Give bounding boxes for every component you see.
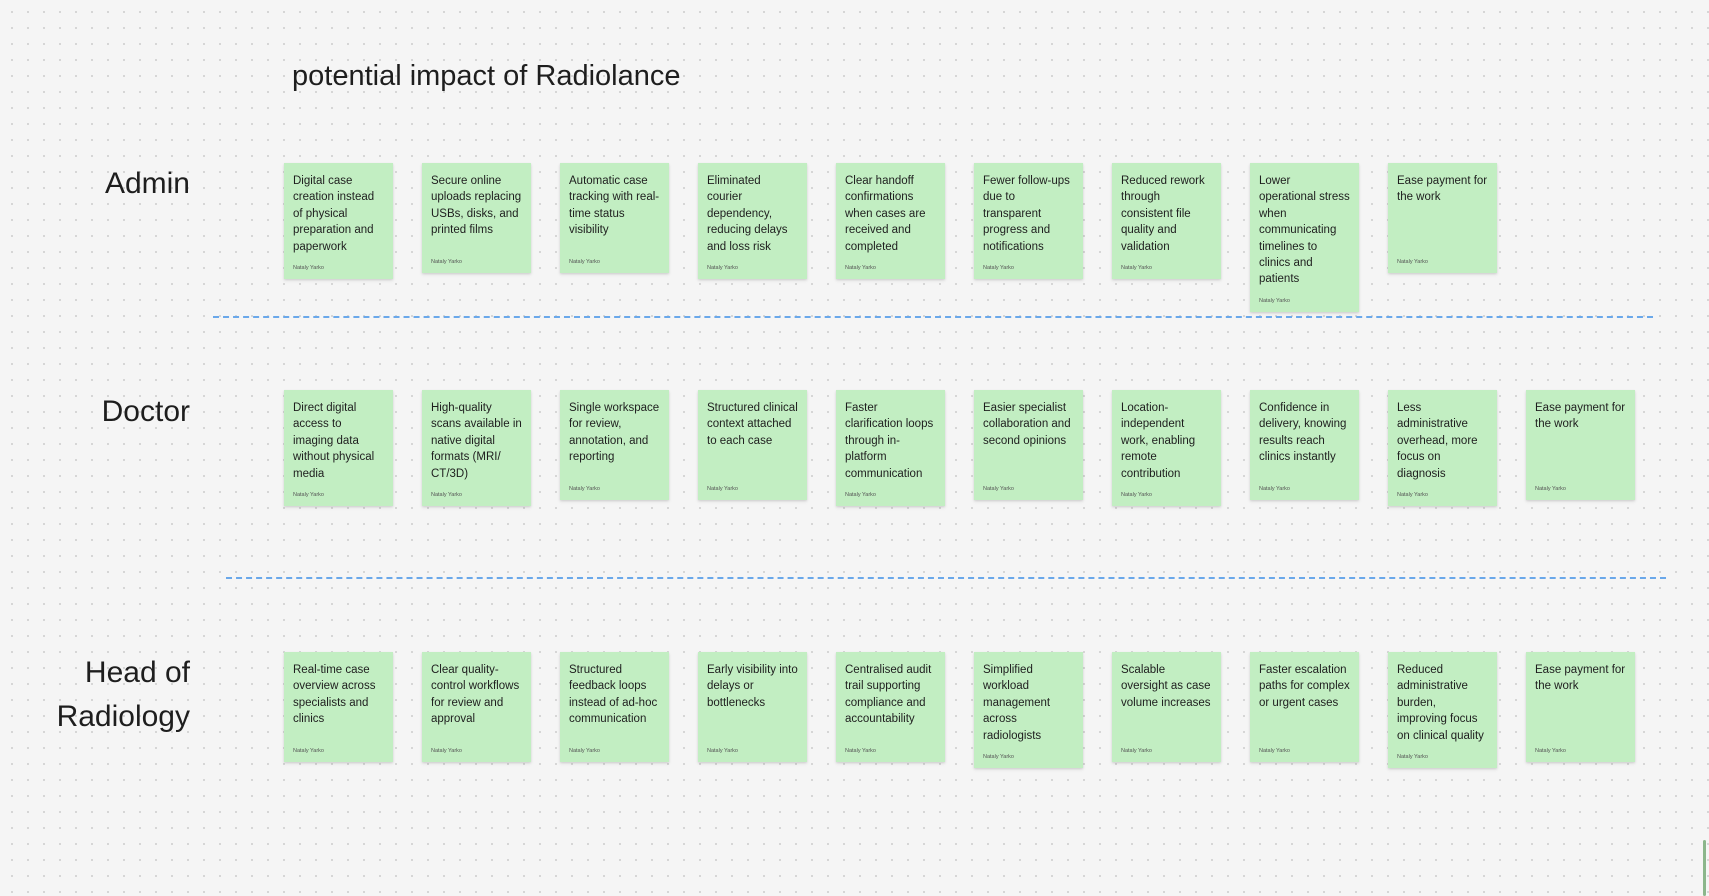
sticky-note-text: Ease payment for the work — [1397, 175, 1488, 204]
sticky-note[interactable]: Faster clarification loops through in-pl… — [836, 390, 945, 507]
sticky-note-text: Eliminated courier dependency, reducing … — [707, 175, 788, 253]
sticky-note-author: Nataly Yarko — [1121, 748, 1152, 754]
sticky-note-text: Single workspace for review, annotation,… — [569, 402, 660, 464]
sticky-note[interactable]: Lower operational stress when communicat… — [1250, 163, 1359, 312]
sticky-note-author: Nataly Yarko — [707, 486, 738, 492]
sticky-note-author: Nataly Yarko — [845, 265, 876, 272]
sticky-note-author: Nataly Yarko — [293, 748, 324, 754]
sticky-note[interactable]: Real-time case overview across specialis… — [284, 652, 393, 762]
sticky-note[interactable]: Single workspace for review, annotation,… — [560, 390, 669, 500]
sticky-note[interactable]: Reduced administrative burden, improving… — [1388, 652, 1497, 769]
sticky-note-author: Nataly Yarko — [431, 492, 462, 499]
sticky-note-author: Nataly Yarko — [1259, 748, 1290, 754]
board-title: potential impact of Radiolance — [292, 60, 681, 92]
vertical-scrollbar[interactable] — [1703, 840, 1706, 896]
sticky-note[interactable]: Location-independent work, enabling remo… — [1112, 390, 1221, 507]
sticky-note-author: Nataly Yarko — [845, 748, 876, 754]
sticky-note-author: Nataly Yarko — [569, 259, 600, 265]
row-divider — [226, 577, 1666, 579]
sticky-note[interactable]: Structured feedback loops instead of ad-… — [560, 652, 669, 762]
sticky-note-author: Nataly Yarko — [1535, 486, 1566, 492]
sticky-note-author: Nataly Yarko — [569, 748, 600, 754]
sticky-note-author: Nataly Yarko — [1121, 265, 1152, 272]
sticky-note[interactable]: Clear quality-control workflows for revi… — [422, 652, 531, 762]
sticky-note-author: Nataly Yarko — [1121, 492, 1152, 499]
sticky-note[interactable]: Reduced rework through consistent file q… — [1112, 163, 1221, 280]
sticky-note-text: Faster escalation paths for complex or u… — [1259, 664, 1350, 709]
row-label-head-of-radiology: Head of Radiology — [56, 656, 190, 733]
sticky-note[interactable]: High-quality scans available in native d… — [422, 390, 531, 507]
sticky-note-text: Early visibility into delays or bottlene… — [707, 664, 798, 709]
sticky-note[interactable]: Scalable oversight as case volume increa… — [1112, 652, 1221, 762]
sticky-note-text: Ease payment for the work — [1535, 664, 1626, 693]
sticky-row-head-of-radiology: Real-time case overview across specialis… — [284, 652, 1635, 769]
sticky-note-text: Structured clinical context attached to … — [707, 402, 798, 447]
sticky-note-text: Automatic case tracking with real-time s… — [569, 175, 660, 237]
sticky-note-author: Nataly Yarko — [569, 486, 600, 492]
sticky-note-text: Easier specialist collaboration and seco… — [983, 402, 1071, 447]
sticky-note[interactable]: Structured clinical context attached to … — [698, 390, 807, 500]
row-label-admin: Admin — [104, 167, 190, 200]
sticky-note-text: Centralised audit trail supporting compl… — [845, 664, 932, 726]
sticky-note-author: Nataly Yarko — [983, 754, 1014, 761]
sticky-note[interactable]: Faster escalation paths for complex or u… — [1250, 652, 1359, 762]
sticky-note-author: Nataly Yarko — [707, 265, 738, 272]
sticky-note[interactable]: Eliminated courier dependency, reducing … — [698, 163, 807, 280]
sticky-note-text: Less administrative overhead, more focus… — [1397, 402, 1478, 480]
sticky-note-author: Nataly Yarko — [1397, 259, 1428, 265]
sticky-note[interactable]: Easier specialist collaboration and seco… — [974, 390, 1083, 500]
sticky-note[interactable]: Ease payment for the work Nataly Yarko — [1388, 163, 1497, 273]
row-label-doctor: Doctor — [101, 395, 190, 428]
sticky-note-text: Reduced administrative burden, improving… — [1397, 664, 1484, 742]
sticky-note[interactable]: Less administrative overhead, more focus… — [1388, 390, 1497, 507]
sticky-note-text: Reduced rework through consistent file q… — [1121, 175, 1205, 253]
sticky-note-text: Fewer follow-ups due to transparent prog… — [983, 175, 1070, 253]
sticky-note[interactable]: Centralised audit trail supporting compl… — [836, 652, 945, 762]
sticky-note[interactable]: Fewer follow-ups due to transparent prog… — [974, 163, 1083, 280]
sticky-note-author: Nataly Yarko — [293, 265, 324, 272]
sticky-note[interactable]: Secure online uploads replacing USBs, di… — [422, 163, 531, 273]
sticky-note-author: Nataly Yarko — [1397, 492, 1428, 499]
sticky-note-author: Nataly Yarko — [293, 492, 324, 499]
sticky-note-text: Structured feedback loops instead of ad-… — [569, 664, 658, 726]
sticky-note-author: Nataly Yarko — [983, 486, 1014, 492]
sticky-note-author: Nataly Yarko — [1397, 754, 1428, 761]
sticky-note-author: Nataly Yarko — [707, 748, 738, 754]
sticky-note-text: Direct digital access to imaging data wi… — [293, 402, 375, 480]
row-divider — [213, 316, 1653, 318]
sticky-note-author: Nataly Yarko — [431, 748, 462, 754]
sticky-note-author: Nataly Yarko — [1259, 297, 1290, 304]
sticky-row-doctor: Direct digital access to imaging data wi… — [284, 390, 1635, 507]
sticky-note[interactable]: Early visibility into delays or bottlene… — [698, 652, 807, 762]
sticky-note[interactable]: Confidence in delivery, knowing results … — [1250, 390, 1359, 500]
sticky-note[interactable]: Automatic case tracking with real-time s… — [560, 163, 669, 273]
sticky-note[interactable]: Simplified workload management across ra… — [974, 652, 1083, 769]
sticky-note-text: Ease payment for the work — [1535, 402, 1626, 431]
sticky-note[interactable]: Digital case creation instead of physica… — [284, 163, 393, 280]
sticky-note-author: Nataly Yarko — [1535, 748, 1566, 754]
sticky-note-text: Digital case creation instead of physica… — [293, 175, 375, 253]
sticky-note-author: Nataly Yarko — [983, 265, 1014, 272]
sticky-note-text: Location-independent work, enabling remo… — [1121, 402, 1196, 480]
sticky-note-text: Clear handoff confirmations when cases a… — [845, 175, 926, 253]
sticky-note-text: Real-time case overview across specialis… — [293, 664, 376, 726]
sticky-note-text: Clear quality-control workflows for revi… — [431, 664, 520, 726]
sticky-note-author: Nataly Yarko — [1259, 486, 1290, 492]
sticky-note[interactable]: Ease payment for the work Nataly Yarko — [1526, 390, 1635, 500]
sticky-note-author: Nataly Yarko — [845, 492, 876, 499]
sticky-note-text: Faster clarification loops through in-pl… — [845, 402, 934, 480]
sticky-row-admin: Digital case creation instead of physica… — [284, 163, 1497, 312]
sticky-note-text: Confidence in delivery, knowing results … — [1259, 402, 1347, 464]
sticky-note[interactable]: Direct digital access to imaging data wi… — [284, 390, 393, 507]
sticky-note-text: Scalable oversight as case volume increa… — [1121, 664, 1211, 709]
sticky-note[interactable]: Ease payment for the work Nataly Yarko — [1526, 652, 1635, 762]
sticky-note-text: Secure online uploads replacing USBs, di… — [431, 175, 522, 237]
sticky-note[interactable]: Clear handoff confirmations when cases a… — [836, 163, 945, 280]
sticky-note-text: High-quality scans available in native d… — [431, 402, 522, 480]
sticky-note-author: Nataly Yarko — [431, 259, 462, 265]
sticky-note-text: Simplified workload management across ra… — [983, 664, 1051, 742]
sticky-note-text: Lower operational stress when communicat… — [1259, 175, 1350, 286]
